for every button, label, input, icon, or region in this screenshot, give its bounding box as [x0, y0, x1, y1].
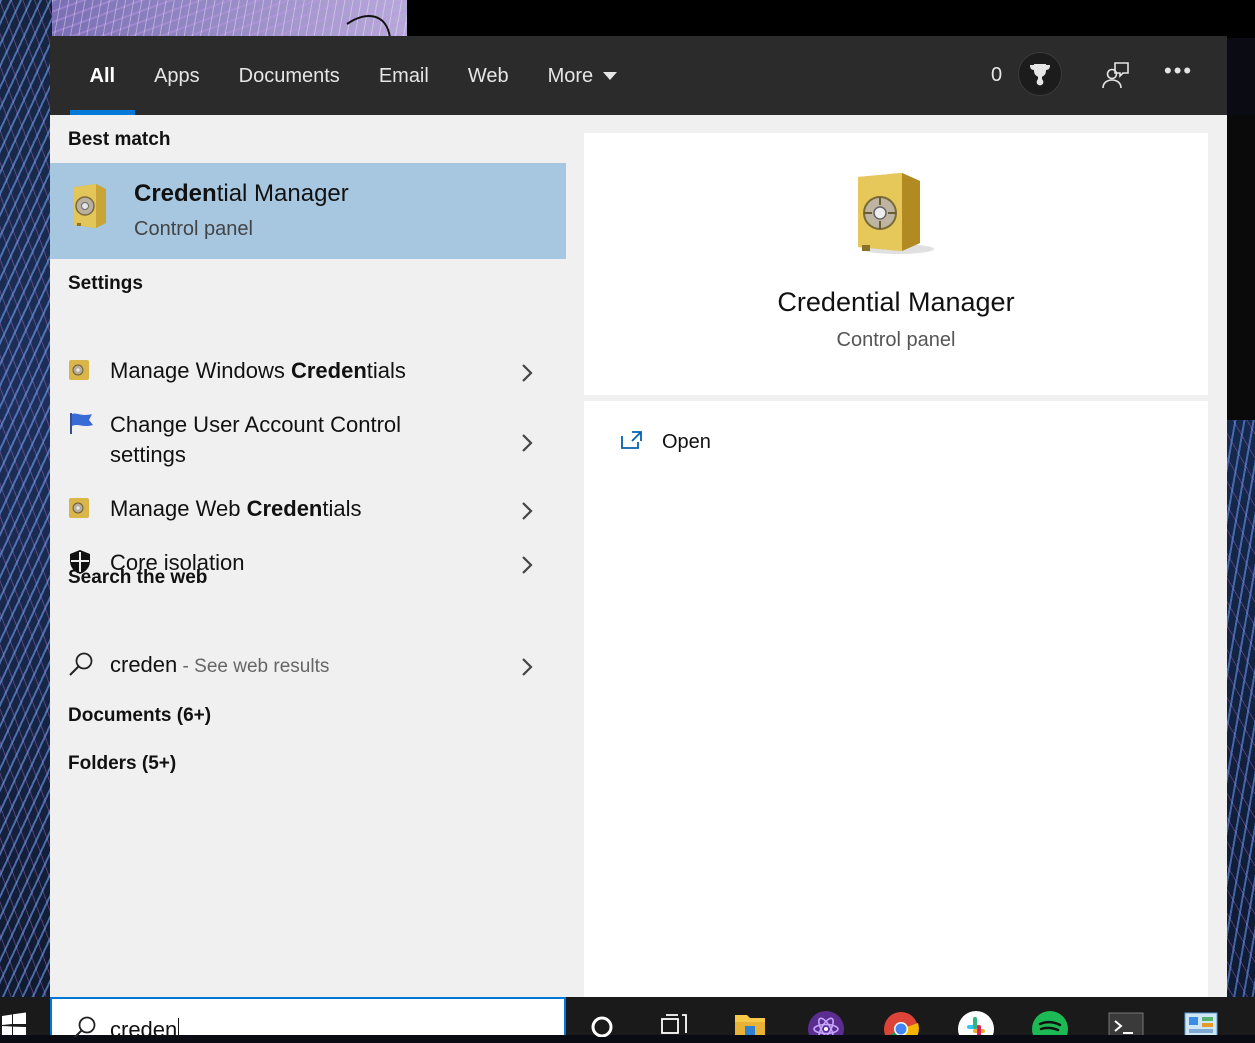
web-result-hint: - See web results: [177, 656, 330, 677]
tab-email[interactable]: Email: [359, 36, 448, 115]
safe-icon: [68, 359, 90, 386]
safe-icon: [850, 171, 940, 262]
chevron-right-icon: [522, 434, 533, 452]
feedback-icon[interactable]: [1100, 60, 1130, 90]
settings-header: Settings: [68, 273, 143, 294]
preview-title: Credential Manager: [777, 287, 1015, 317]
setting-label-pre: Manage Windows: [110, 358, 291, 383]
setting-label-post: tials: [366, 358, 406, 383]
best-match-title-rest: tial Manager: [216, 180, 349, 207]
search-window: All Apps Documents Email Web More 0 •••: [50, 36, 1227, 997]
chevron-right-icon: [522, 502, 533, 520]
tab-email-label: Email: [378, 64, 429, 87]
open-label: Open: [662, 431, 711, 453]
wallpaper-top-dark: [407, 0, 1255, 38]
rewards-points: 0: [991, 64, 1003, 86]
atom-icon[interactable]: [808, 1011, 844, 1035]
more-options-icon[interactable]: •••: [1164, 58, 1192, 88]
tab-more-label: More: [547, 64, 594, 87]
trophy-icon[interactable]: [1018, 52, 1062, 96]
taskbar-search-box[interactable]: creden: [50, 997, 566, 1042]
setting-label-highlight: Creden: [246, 496, 323, 521]
tab-documents[interactable]: Documents: [219, 36, 359, 115]
setting-label-post: tials: [322, 496, 362, 521]
search-topbar: All Apps Documents Email Web More 0 •••: [50, 36, 1227, 115]
taskbar: creden: [0, 997, 1255, 1042]
open-external-icon: [621, 431, 642, 449]
tab-all-label: All: [89, 64, 116, 87]
chrome-icon[interactable]: [883, 1011, 919, 1035]
best-match-title: Credential Manager: [134, 180, 349, 208]
tab-more[interactable]: More: [528, 36, 637, 115]
documents-group[interactable]: Documents (6+): [68, 705, 211, 727]
terminal-icon[interactable]: [1107, 1011, 1145, 1035]
control-panel-icon[interactable]: [1183, 1011, 1219, 1035]
preview-panel: Credential Manager Control panel Open: [566, 115, 1227, 997]
chevron-right-icon: [522, 556, 533, 574]
file-explorer-icon[interactable]: [733, 1011, 767, 1035]
chevron-right-icon: [522, 364, 533, 382]
preview-actions: Open: [584, 401, 1208, 997]
slack-icon[interactable]: [958, 1011, 994, 1035]
search-icon: [73, 1016, 96, 1037]
windows-logo-icon: [2, 1012, 26, 1035]
best-match-subtitle: Control panel: [134, 218, 253, 240]
best-match-title-highlight: Creden: [134, 180, 217, 207]
setting-label-highlight: Creden: [290, 358, 367, 383]
chevron-right-icon: [522, 658, 533, 676]
spotify-icon[interactable]: [1032, 1011, 1068, 1035]
tab-apps[interactable]: Apps: [135, 36, 220, 115]
wallpaper-top-strip: [52, 0, 407, 38]
setting-label: Manage Windows Credentials: [110, 356, 406, 386]
preview-card: Credential Manager Control panel: [584, 133, 1208, 395]
chevron-down-icon: [603, 71, 618, 80]
preview-subtitle: Control panel: [836, 329, 956, 351]
web-result-label: creden - See web results: [110, 650, 329, 682]
setting-label: Manage Web Credentials: [110, 494, 362, 524]
search-input[interactable]: creden: [110, 1017, 180, 1043]
task-view-icon[interactable]: [660, 1011, 688, 1035]
wallpaper-left-strip: [0, 0, 52, 1000]
tab-web-label: Web: [467, 64, 509, 87]
tab-web[interactable]: Web: [448, 36, 528, 115]
tab-all[interactable]: All: [70, 36, 135, 115]
start-button[interactable]: [0, 997, 50, 1035]
results-panel: Best match Credential Manager Control pa…: [50, 115, 566, 997]
web-result-query: creden: [110, 652, 178, 677]
cortana-icon[interactable]: [589, 1011, 615, 1037]
tab-apps-label: Apps: [154, 64, 200, 87]
best-match-header: Best match: [68, 129, 171, 150]
setting-label-line1: Change User Account Control: [110, 412, 402, 437]
folders-group[interactable]: Folders (5+): [68, 753, 176, 775]
search-tabs: All Apps Documents Email Web More: [70, 36, 637, 115]
best-match-item[interactable]: Credential Manager Control panel: [50, 163, 566, 259]
search-icon: [68, 651, 94, 682]
setting-label-line2: settings: [110, 442, 186, 467]
safe-icon: [70, 183, 110, 234]
setting-label: Change User Account Control settings: [110, 410, 401, 470]
safe-icon: [68, 497, 90, 524]
setting-label-pre: Manage Web: [110, 496, 247, 521]
search-web-header: Search the web: [68, 567, 208, 588]
text-caret: [178, 1018, 180, 1040]
flag-icon: [68, 411, 94, 440]
tab-documents-label: Documents: [238, 64, 340, 87]
search-input-value: creden: [110, 1017, 178, 1042]
